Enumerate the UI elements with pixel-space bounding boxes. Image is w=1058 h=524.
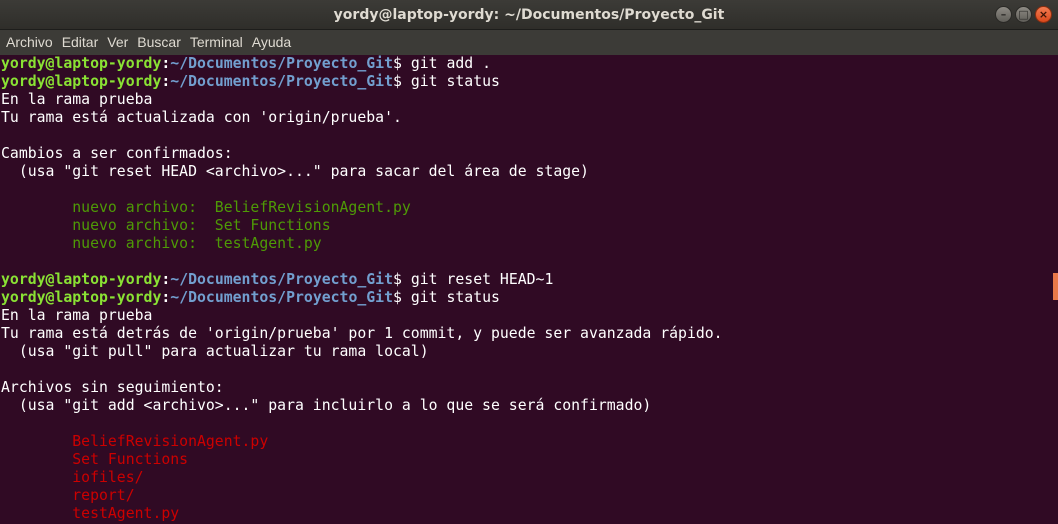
prompt-user: yordy@laptop-yordy bbox=[1, 271, 162, 288]
output-text: En la rama prueba bbox=[1, 91, 153, 108]
menu-terminal[interactable]: Terminal bbox=[190, 30, 243, 55]
output-line: nuevo archivo: testAgent.py bbox=[1, 235, 1052, 253]
untracked-file: report/ bbox=[1, 487, 135, 504]
prompt-separator: : bbox=[161, 289, 171, 306]
title-bar[interactable]: yordy@laptop-yordy: ~/Documentos/Proyect… bbox=[0, 0, 1058, 30]
output-line: En la rama prueba bbox=[1, 307, 1052, 325]
maximize-button[interactable]: □ bbox=[1015, 6, 1032, 23]
menu-ver[interactable]: Ver bbox=[107, 30, 128, 55]
prompt-separator: : bbox=[161, 271, 171, 288]
output-line: (usa "git pull" para actualizar tu rama … bbox=[1, 343, 1052, 361]
window-title: yordy@laptop-yordy: ~/Documentos/Proyect… bbox=[333, 7, 725, 23]
output-line: nuevo archivo: Set Functions bbox=[1, 217, 1052, 235]
output-line: Set Functions bbox=[1, 451, 1052, 469]
output-line: testAgent.py bbox=[1, 505, 1052, 523]
prompt-path: ~/Documentos/Proyecto_Git bbox=[170, 55, 393, 72]
prompt-user: yordy@laptop-yordy bbox=[1, 289, 162, 306]
prompt-user: yordy@laptop-yordy bbox=[1, 55, 162, 72]
output-line: En la rama prueba bbox=[1, 91, 1052, 109]
prompt-symbol: $ bbox=[393, 55, 402, 72]
untracked-file: BeliefRevisionAgent.py bbox=[1, 433, 269, 450]
output-line: (usa "git add <archivo>..." para incluir… bbox=[1, 397, 1052, 415]
terminal-output[interactable]: yordy@laptop-yordy:~/Documentos/Proyecto… bbox=[0, 55, 1052, 524]
prompt-separator: : bbox=[161, 73, 171, 90]
staged-file: nuevo archivo: Set Functions bbox=[1, 217, 331, 234]
staged-file: nuevo archivo: BeliefRevisionAgent.py bbox=[1, 199, 411, 216]
output-line: iofiles/ bbox=[1, 469, 1052, 487]
untracked-file: testAgent.py bbox=[1, 505, 180, 522]
output-line: nuevo archivo: BeliefRevisionAgent.py bbox=[1, 199, 1052, 217]
minimize-button[interactable]: – bbox=[995, 6, 1012, 23]
command-text: git status bbox=[401, 289, 500, 306]
menu-archivo[interactable]: Archivo bbox=[6, 30, 53, 55]
prompt-symbol: $ bbox=[393, 271, 402, 288]
scrollbar[interactable] bbox=[1052, 55, 1058, 524]
untracked-file: iofiles/ bbox=[1, 469, 144, 486]
output-text: Cambios a ser confirmados: bbox=[1, 145, 233, 162]
prompt-path: ~/Documentos/Proyecto_Git bbox=[170, 271, 393, 288]
command-text: git add . bbox=[401, 55, 492, 72]
output-line: report/ bbox=[1, 487, 1052, 505]
staged-file: nuevo archivo: testAgent.py bbox=[1, 235, 322, 252]
prompt-line: yordy@laptop-yordy:~/Documentos/Proyecto… bbox=[1, 55, 1052, 73]
output-text: (usa "git add <archivo>..." para incluir… bbox=[1, 397, 652, 414]
output-line: Tu rama está detrás de 'origin/prueba' p… bbox=[1, 325, 1052, 343]
output-line: (usa "git reset HEAD <archivo>..." para … bbox=[1, 163, 1052, 181]
terminal-window: yordy@laptop-yordy: ~/Documentos/Proyect… bbox=[0, 0, 1058, 524]
prompt-line: yordy@laptop-yordy:~/Documentos/Proyecto… bbox=[1, 271, 1052, 289]
output-line: Cambios a ser confirmados: bbox=[1, 145, 1052, 163]
prompt-symbol: $ bbox=[393, 73, 402, 90]
menu-buscar[interactable]: Buscar bbox=[137, 30, 181, 55]
scrollbar-thumb[interactable] bbox=[1053, 273, 1058, 300]
output-text: En la rama prueba bbox=[1, 307, 153, 324]
prompt-separator: : bbox=[161, 55, 171, 72]
prompt-user: yordy@laptop-yordy bbox=[1, 73, 162, 90]
untracked-file: Set Functions bbox=[1, 451, 189, 468]
prompt-line: yordy@laptop-yordy:~/Documentos/Proyecto… bbox=[1, 73, 1052, 91]
output-text: Archivos sin seguimiento: bbox=[1, 379, 224, 396]
prompt-path: ~/Documentos/Proyecto_Git bbox=[170, 289, 393, 306]
menu-editar[interactable]: Editar bbox=[62, 30, 99, 55]
output-text: Tu rama está detrás de 'origin/prueba' p… bbox=[1, 325, 723, 342]
output-line: BeliefRevisionAgent.py bbox=[1, 433, 1052, 451]
close-button[interactable]: × bbox=[1035, 6, 1052, 23]
prompt-line: yordy@laptop-yordy:~/Documentos/Proyecto… bbox=[1, 289, 1052, 307]
output-line: Tu rama está actualizada con 'origin/pru… bbox=[1, 109, 1052, 127]
output-text: (usa "git pull" para actualizar tu rama … bbox=[1, 343, 429, 360]
output-text: Tu rama está actualizada con 'origin/pru… bbox=[1, 109, 402, 126]
command-text: git reset HEAD~1 bbox=[401, 271, 554, 288]
menu-ayuda[interactable]: Ayuda bbox=[252, 30, 291, 55]
prompt-path: ~/Documentos/Proyecto_Git bbox=[170, 73, 393, 90]
menu-bar: Archivo Editar Ver Buscar Terminal Ayuda bbox=[0, 30, 1058, 55]
output-text: (usa "git reset HEAD <archivo>..." para … bbox=[1, 163, 589, 180]
command-text: git status bbox=[401, 73, 500, 90]
output-line: Archivos sin seguimiento: bbox=[1, 379, 1052, 397]
window-controls: – □ × bbox=[995, 6, 1052, 23]
prompt-symbol: $ bbox=[393, 289, 402, 306]
